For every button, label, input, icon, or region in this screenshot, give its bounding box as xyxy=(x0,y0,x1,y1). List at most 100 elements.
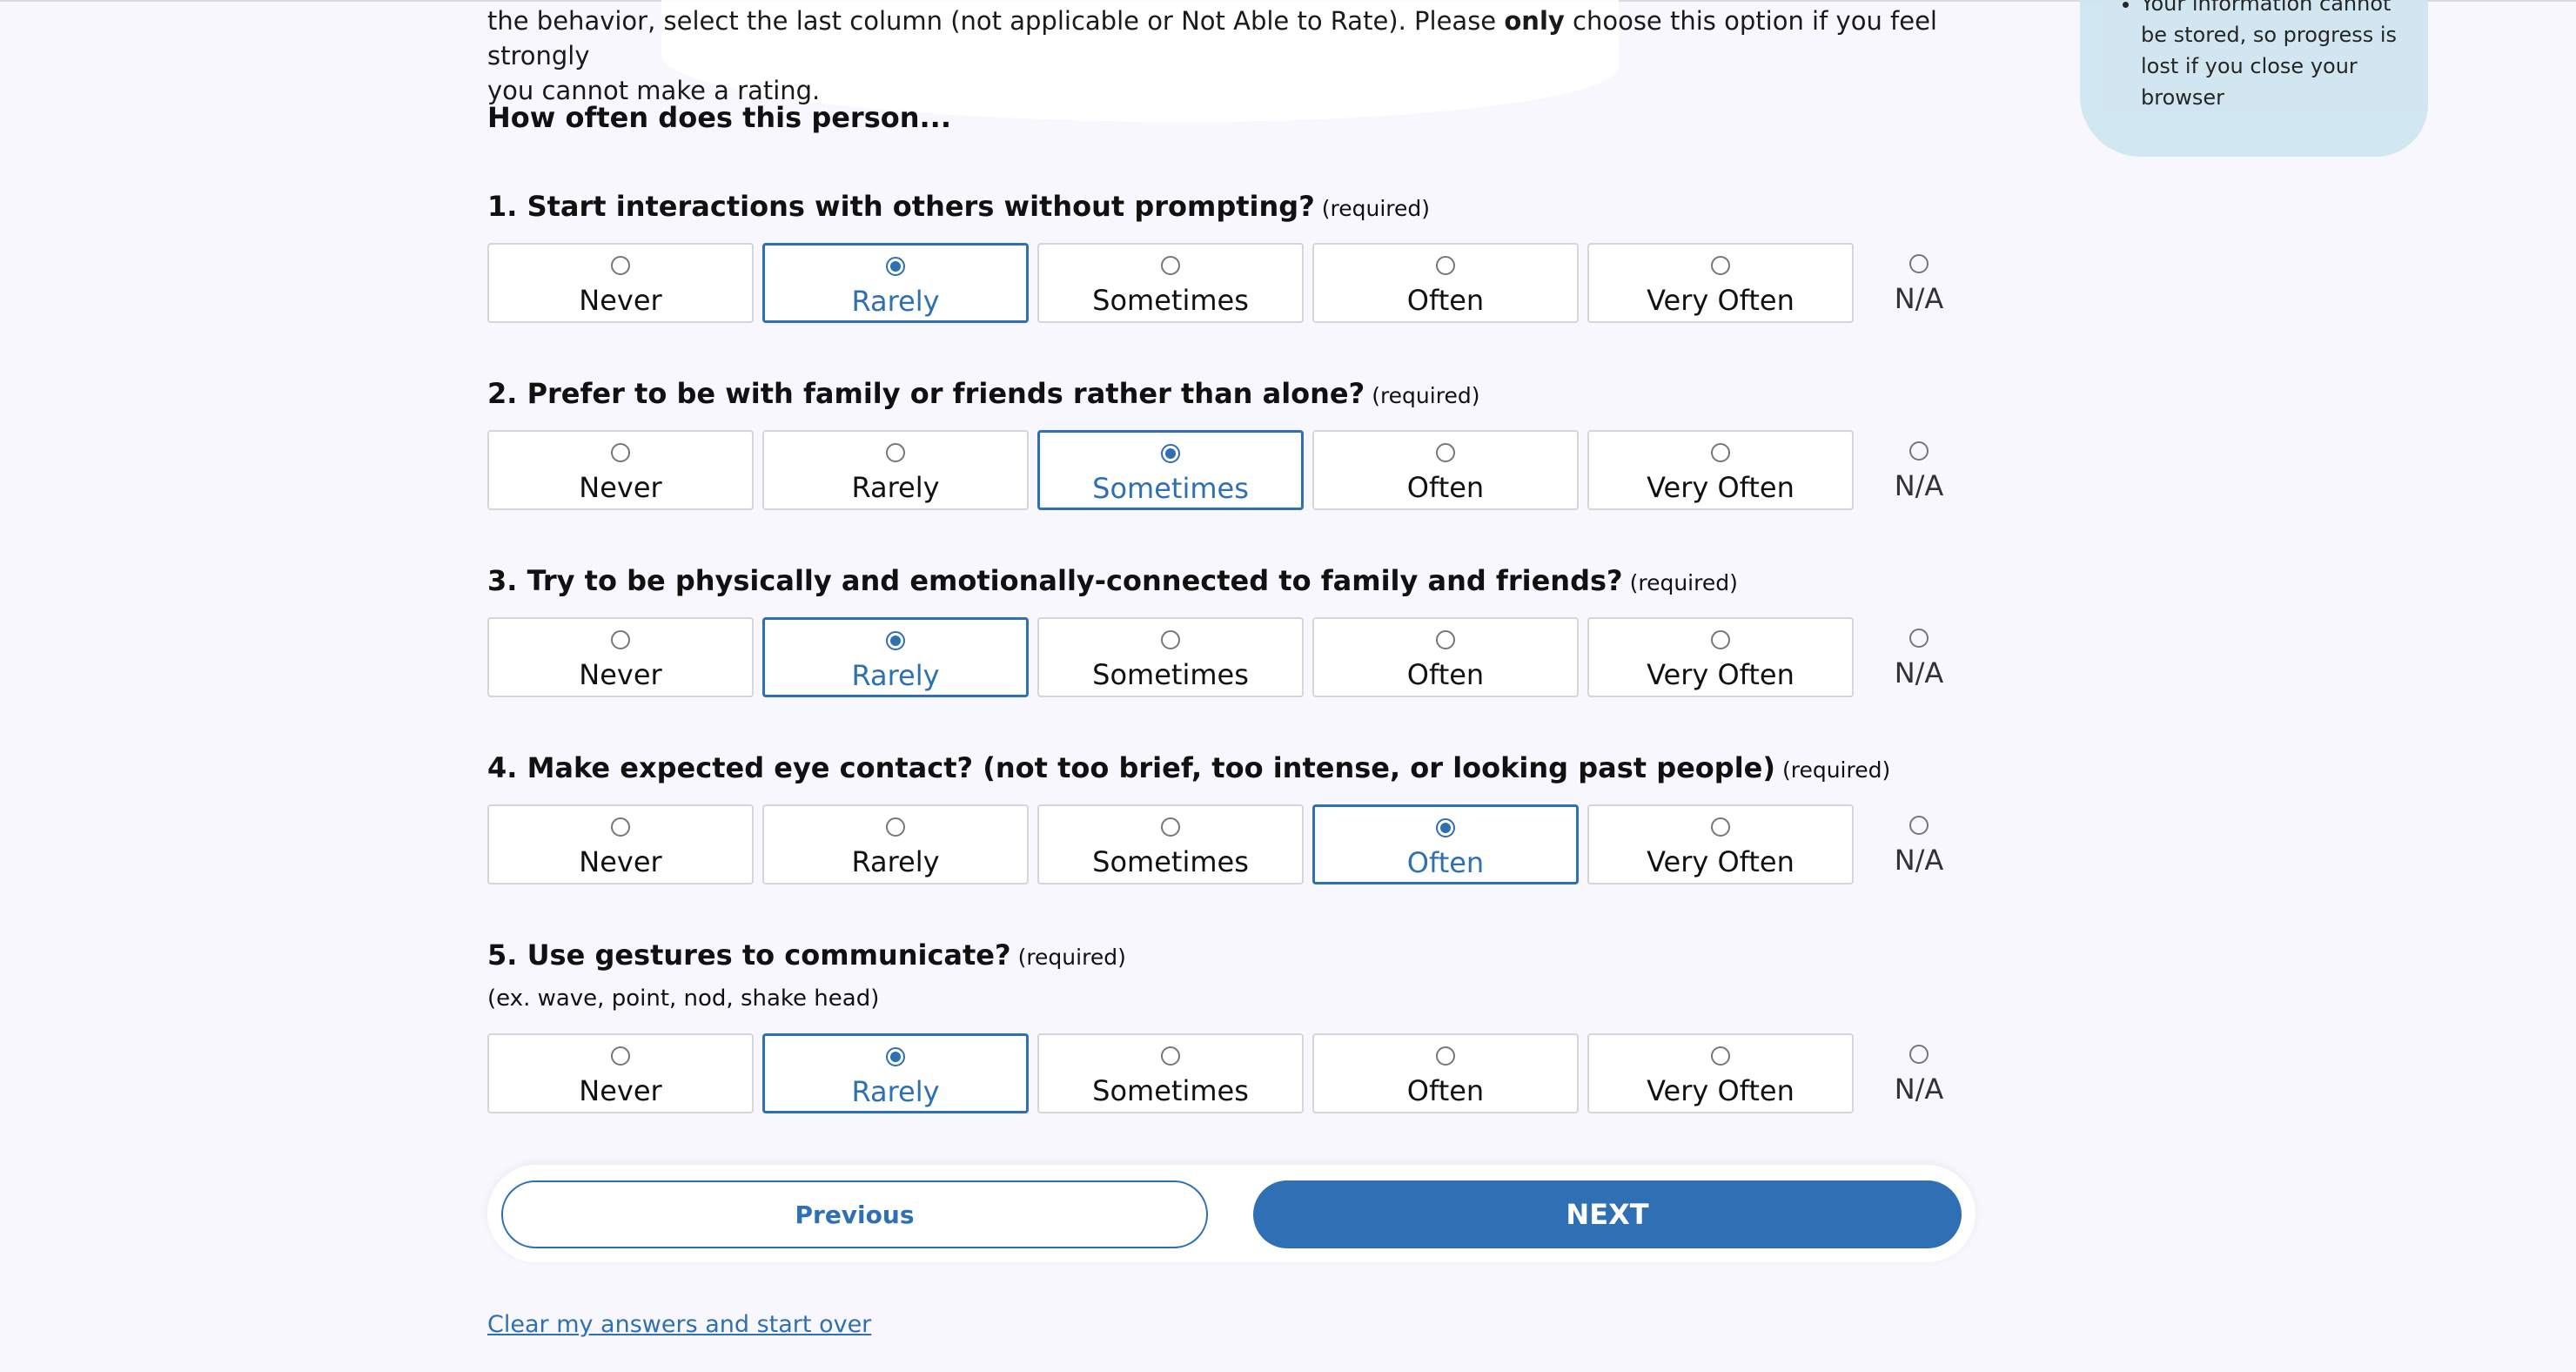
radio-button[interactable] xyxy=(886,631,905,650)
required-label: (required) xyxy=(1781,757,1891,783)
radio-button[interactable] xyxy=(1909,441,1929,461)
option-label: N/A xyxy=(1894,1073,1944,1106)
previous-button[interactable]: Previous xyxy=(501,1180,1208,1248)
option-sometimes[interactable]: Sometimes xyxy=(1037,617,1304,697)
option-label: Often xyxy=(1406,658,1485,691)
radio-button[interactable] xyxy=(1909,1045,1929,1064)
radio-button[interactable] xyxy=(1161,256,1180,275)
option-sometimes[interactable]: Sometimes xyxy=(1037,243,1304,323)
radio-button[interactable] xyxy=(1909,629,1929,648)
option-na[interactable]: N/A xyxy=(1862,430,1976,510)
radio-button[interactable] xyxy=(1161,630,1180,649)
radio-button[interactable] xyxy=(1711,1046,1730,1066)
required-label: (required) xyxy=(1629,570,1738,595)
question-title: 2. Prefer to be with family or friends r… xyxy=(487,377,1480,410)
option-label: Rarely xyxy=(851,285,940,318)
radio-button[interactable] xyxy=(1436,818,1455,837)
question-3: 3. Try to be physically and emotionally-… xyxy=(487,562,1984,697)
radio-button[interactable] xyxy=(886,817,905,837)
radio-button[interactable] xyxy=(886,1047,905,1066)
radio-button[interactable] xyxy=(1711,817,1730,837)
next-button[interactable]: NEXT xyxy=(1253,1180,1962,1248)
option-very-often[interactable]: Very Often xyxy=(1587,804,1854,884)
option-often[interactable]: Often xyxy=(1312,1033,1579,1113)
radio-button[interactable] xyxy=(1711,443,1730,462)
option-rarely[interactable]: Rarely xyxy=(762,804,1029,884)
option-never[interactable]: Never xyxy=(487,617,754,697)
radio-button[interactable] xyxy=(886,443,905,462)
option-label: Never xyxy=(579,284,662,317)
option-label: Sometimes xyxy=(1092,1074,1249,1107)
radio-button[interactable] xyxy=(1436,256,1455,275)
option-na[interactable]: N/A xyxy=(1862,243,1976,323)
option-never[interactable]: Never xyxy=(487,243,754,323)
question-title: 3. Try to be physically and emotionally-… xyxy=(487,564,1738,597)
question-5: 5. Use gestures to communicate? (required… xyxy=(487,936,1984,1113)
option-label: Often xyxy=(1406,471,1485,504)
option-label: N/A xyxy=(1894,469,1944,502)
radio-button[interactable] xyxy=(1436,630,1455,649)
radio-button[interactable] xyxy=(611,256,630,275)
question-title: 4. Make expected eye contact? (not too b… xyxy=(487,751,1891,784)
option-very-often[interactable]: Very Often xyxy=(1587,1033,1854,1113)
radio-button[interactable] xyxy=(1711,630,1730,649)
option-label: Sometimes xyxy=(1092,658,1249,691)
option-label: Rarely xyxy=(851,1075,940,1108)
option-often[interactable]: Often xyxy=(1312,430,1579,510)
question-1: 1. Start interactions with others withou… xyxy=(487,187,1984,323)
radio-button[interactable] xyxy=(611,817,630,837)
options-group: Never Rarely Sometimes Often Very Often N/A xyxy=(487,617,1984,697)
option-label: Often xyxy=(1406,846,1485,879)
option-label: Very Often xyxy=(1647,658,1794,691)
option-rarely[interactable]: Rarely xyxy=(762,243,1029,323)
option-label: N/A xyxy=(1894,844,1944,877)
option-sometimes[interactable]: Sometimes xyxy=(1037,804,1304,884)
radio-button[interactable] xyxy=(1161,1046,1180,1066)
option-never[interactable]: Never xyxy=(487,804,754,884)
radio-button[interactable] xyxy=(886,257,905,276)
option-very-often[interactable]: Very Often xyxy=(1587,430,1854,510)
option-never[interactable]: Never xyxy=(487,1033,754,1113)
option-very-often[interactable]: Very Often xyxy=(1587,617,1854,697)
radio-button[interactable] xyxy=(1711,256,1730,275)
option-never[interactable]: Never xyxy=(487,430,754,510)
options-group: Never Rarely Sometimes Often Very Often N/A xyxy=(487,804,1984,884)
radio-button[interactable] xyxy=(1161,444,1180,463)
radio-button[interactable] xyxy=(1909,816,1929,835)
option-na[interactable]: N/A xyxy=(1862,617,1976,697)
option-often[interactable]: Often xyxy=(1312,804,1579,884)
radio-button[interactable] xyxy=(611,443,630,462)
radio-button[interactable] xyxy=(1436,1046,1455,1066)
option-often[interactable]: Often xyxy=(1312,617,1579,697)
option-very-often[interactable]: Very Often xyxy=(1587,243,1854,323)
option-label: Rarely xyxy=(851,659,940,692)
instructions: the behavior, select the last column (no… xyxy=(487,6,1937,105)
option-na[interactable]: N/A xyxy=(1862,1033,1976,1113)
option-label: Sometimes xyxy=(1092,472,1249,505)
radio-button[interactable] xyxy=(1909,254,1929,273)
radio-button[interactable] xyxy=(1161,817,1180,837)
clear-answers-link[interactable]: Clear my answers and start over xyxy=(487,1311,871,1338)
option-sometimes[interactable]: Sometimes xyxy=(1037,1033,1304,1113)
option-often[interactable]: Often xyxy=(1312,243,1579,323)
option-rarely[interactable]: Rarely xyxy=(762,617,1029,697)
radio-button[interactable] xyxy=(611,1046,630,1066)
required-label: (required) xyxy=(1017,945,1126,970)
options-group: Never Rarely Sometimes Often Very Often N/A xyxy=(487,243,1984,323)
option-label: N/A xyxy=(1894,656,1944,689)
sidebar-note-text: Your information cannot be stored, so pr… xyxy=(2141,0,2402,113)
radio-button[interactable] xyxy=(1436,443,1455,462)
option-rarely[interactable]: Rarely xyxy=(762,430,1029,510)
option-rarely[interactable]: Rarely xyxy=(762,1033,1029,1113)
question-prompt: How often does this person... xyxy=(487,101,951,134)
option-label: Never xyxy=(579,845,662,878)
option-na[interactable]: N/A xyxy=(1862,804,1976,884)
options-group: Never Rarely Sometimes Often Very Often N/A xyxy=(487,1033,1984,1113)
option-sometimes[interactable]: Sometimes xyxy=(1037,430,1304,510)
radio-button[interactable] xyxy=(611,630,630,649)
option-label: Never xyxy=(579,658,662,691)
required-label: (required) xyxy=(1372,383,1480,408)
question-2: 2. Prefer to be with family or friends r… xyxy=(487,374,1984,510)
option-label: Very Often xyxy=(1647,1074,1794,1107)
options-group: Never Rarely Sometimes Often Very Often N/A xyxy=(487,430,1984,510)
